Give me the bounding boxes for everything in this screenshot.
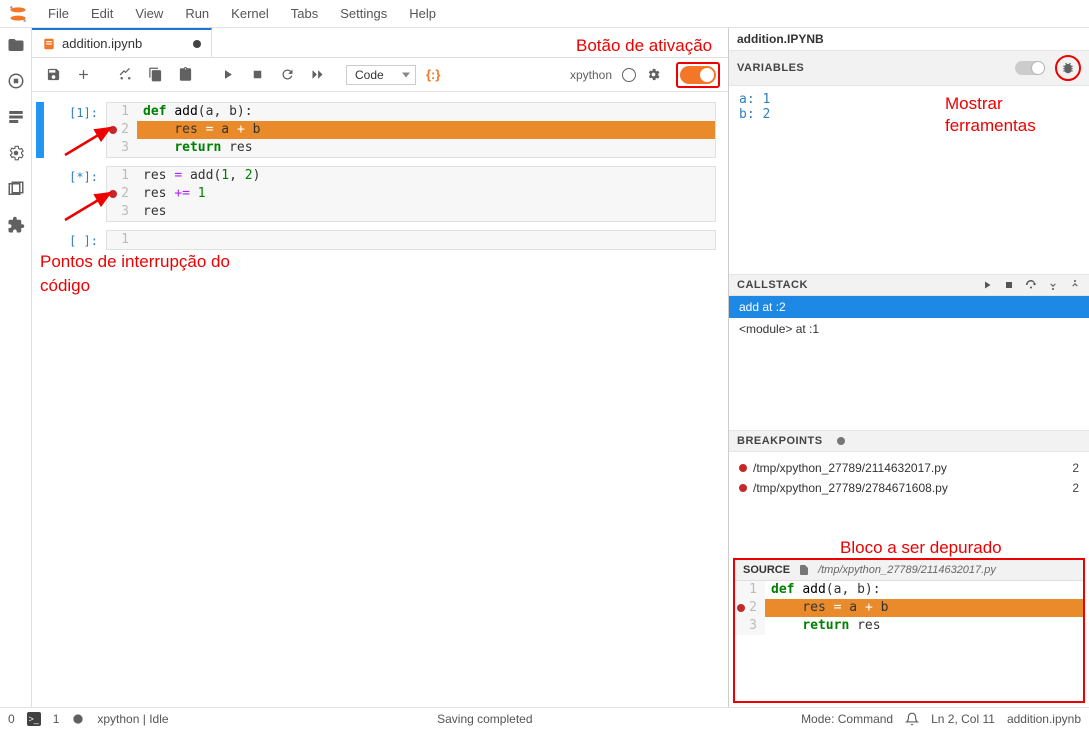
- settings-builder-icon[interactable]: [7, 144, 25, 162]
- notebook-tab[interactable]: addition.ipynb: [32, 28, 212, 57]
- source-header: SOURCE: [743, 564, 790, 576]
- commands-icon[interactable]: [7, 108, 25, 126]
- bug-icon[interactable]: [1061, 61, 1075, 75]
- debug-tools-highlight: [1055, 55, 1081, 81]
- render-side-icon[interactable]: {:}: [426, 67, 440, 82]
- code-cell[interactable]: [1]:1def add(a, b):2 res = a + b3 return…: [36, 102, 716, 158]
- debug-toggle[interactable]: [680, 66, 716, 84]
- kernel-status-bar-icon[interactable]: [71, 712, 85, 726]
- status-kernel[interactable]: xpython | Idle: [97, 712, 168, 726]
- notebook-area[interactable]: [1]:1def add(a, b):2 res = a + b3 return…: [32, 92, 728, 707]
- variables-body: a: 1b: 2: [729, 86, 1089, 128]
- main-menu: File Edit View Run Kernel Tabs Settings …: [38, 3, 446, 24]
- restart-button[interactable]: [274, 62, 300, 88]
- notification-icon[interactable]: [905, 712, 919, 726]
- status-bar: 0 >_ 1 xpython | Idle Saving completed M…: [0, 707, 1089, 729]
- callstack-header: CALLSTACK: [737, 279, 808, 291]
- tab-title: addition.ipynb: [62, 36, 142, 51]
- step-out-icon[interactable]: [1069, 279, 1081, 291]
- top-menubar: File Edit View Run Kernel Tabs Settings …: [0, 0, 1089, 28]
- status-saving: Saving completed: [437, 712, 532, 726]
- breakpoint-row[interactable]: /tmp/xpython_27789/2784671608.py2: [739, 478, 1079, 498]
- debugger-file-title: addition.IPYNB: [737, 32, 824, 46]
- activity-bar: [0, 28, 32, 707]
- callstack-row[interactable]: <module> at :1: [729, 318, 1089, 340]
- kernel-settings-button[interactable]: [640, 62, 666, 88]
- status-left-count1[interactable]: 0: [8, 712, 15, 726]
- copy-button[interactable]: [142, 62, 168, 88]
- step-in-icon[interactable]: [1047, 279, 1059, 291]
- celltype-select[interactable]: Code: [346, 65, 416, 85]
- variables-header: VARIABLES: [737, 62, 804, 74]
- menu-file[interactable]: File: [38, 3, 79, 24]
- menu-kernel[interactable]: Kernel: [221, 3, 279, 24]
- extensions-icon[interactable]: [7, 216, 25, 234]
- kernel-status-icon[interactable]: [622, 68, 636, 82]
- menu-settings[interactable]: Settings: [330, 3, 397, 24]
- menu-help[interactable]: Help: [399, 3, 446, 24]
- step-over-icon[interactable]: [1025, 279, 1037, 291]
- running-icon[interactable]: [7, 72, 25, 90]
- menu-view[interactable]: View: [125, 3, 173, 24]
- status-mode[interactable]: Mode: Command: [801, 712, 893, 726]
- menu-run[interactable]: Run: [175, 3, 219, 24]
- stop-button[interactable]: [244, 62, 270, 88]
- dirty-indicator-icon: [193, 40, 201, 48]
- debug-toggle-highlight: [676, 62, 720, 88]
- run-button[interactable]: [214, 62, 240, 88]
- variable-row[interactable]: b: 2: [739, 107, 1079, 122]
- cut-button[interactable]: [112, 62, 138, 88]
- tabs-icon[interactable]: [7, 180, 25, 198]
- folder-icon[interactable]: [7, 36, 25, 54]
- breakpoints-header: BREAKPOINTS: [737, 435, 823, 447]
- continue-icon[interactable]: [981, 279, 993, 291]
- main-panel: addition.ipynb Code {:} xpython: [32, 28, 729, 707]
- callstack-controls: [981, 279, 1081, 291]
- jupyter-logo-icon: [8, 4, 28, 24]
- source-highlight: SOURCE /tmp/xpython_27789/2114632017.py …: [733, 558, 1085, 703]
- variable-row[interactable]: a: 1: [739, 92, 1079, 107]
- pause-icon[interactable]: [1003, 279, 1015, 291]
- source-body: 1def add(a, b):2 res = a + b3 return res: [735, 581, 1083, 701]
- tab-bar: addition.ipynb: [32, 28, 728, 58]
- save-button[interactable]: [40, 62, 66, 88]
- breakpoints-body: /tmp/xpython_27789/2114632017.py2/tmp/xp…: [729, 452, 1089, 504]
- status-left-count2[interactable]: 1: [53, 712, 60, 726]
- run-all-button[interactable]: [304, 62, 330, 88]
- notebook-icon: [42, 37, 56, 51]
- code-cell[interactable]: [ ]:1: [36, 230, 716, 250]
- cell-prompt: [*]:: [44, 166, 106, 222]
- variables-toggle[interactable]: [1015, 61, 1045, 75]
- file-icon: [798, 564, 810, 576]
- cell-prompt: [1]:: [44, 102, 106, 158]
- source-path: /tmp/xpython_27789/2114632017.py: [818, 564, 996, 576]
- callstack-row[interactable]: add at :2: [729, 296, 1089, 318]
- menu-edit[interactable]: Edit: [81, 3, 123, 24]
- kernel-name[interactable]: xpython: [570, 68, 612, 82]
- breakpoint-icon[interactable]: [109, 190, 117, 198]
- breakpoints-clear-icon[interactable]: [835, 435, 847, 447]
- breakpoint-icon[interactable]: [109, 126, 117, 134]
- paste-button[interactable]: [172, 62, 198, 88]
- callstack-body: add at :2<module> at :1: [729, 296, 1089, 340]
- breakpoint-row[interactable]: /tmp/xpython_27789/2114632017.py2: [739, 458, 1079, 478]
- code-cell[interactable]: [*]:1res = add(1, 2)2res += 13res: [36, 166, 716, 222]
- cell-prompt: [ ]:: [44, 230, 106, 250]
- add-cell-button[interactable]: [70, 62, 96, 88]
- menu-tabs[interactable]: Tabs: [281, 3, 328, 24]
- terminal-icon[interactable]: >_: [27, 712, 41, 726]
- status-file[interactable]: addition.ipynb: [1007, 712, 1081, 726]
- debugger-panel: addition.IPYNB VARIABLES a: 1b: 2 CALLST…: [729, 28, 1089, 707]
- status-cursor[interactable]: Ln 2, Col 11: [931, 712, 995, 726]
- notebook-toolbar: Code {:} xpython: [32, 58, 728, 92]
